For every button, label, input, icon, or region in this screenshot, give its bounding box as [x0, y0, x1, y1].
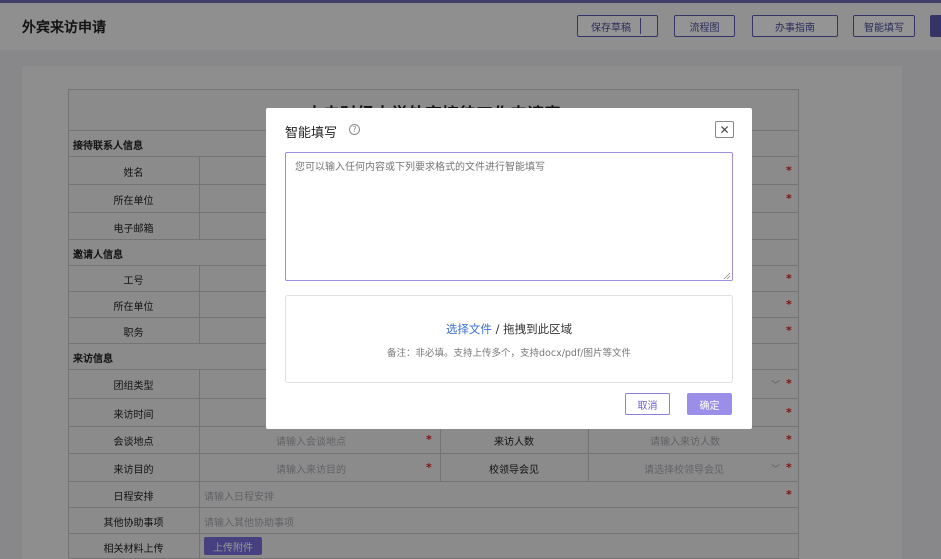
file-dropzone[interactable]: 选择文件 / 拖拽到此区域 备注：非必填。支持上传多个，支持docx/pdf/图… — [285, 295, 733, 383]
smart-fill-textarea[interactable] — [285, 152, 733, 281]
smart-fill-dialog: 智能填写 ? ✕ 选择文件 / 拖拽到此区域 备注：非必填。支持上传多个，支持d… — [266, 108, 752, 429]
upload-note: 备注：非必填。支持上传多个，支持docx/pdf/图片等文件 — [387, 348, 631, 359]
cancel-button[interactable]: 取消 — [625, 393, 670, 415]
dropzone-separator: / — [495, 322, 500, 336]
confirm-button[interactable]: 确定 — [687, 393, 732, 415]
resize-grip-icon[interactable] — [723, 272, 731, 280]
help-icon[interactable]: ? — [349, 124, 360, 135]
drag-here-text: 拖拽到此区域 — [503, 322, 573, 336]
dialog-title: 智能填写 — [285, 126, 338, 141]
dropzone-prompt: 选择文件 / 拖拽到此区域 — [286, 321, 732, 337]
choose-file-link[interactable]: 选择文件 — [446, 322, 492, 336]
close-icon[interactable]: ✕ — [715, 121, 734, 138]
